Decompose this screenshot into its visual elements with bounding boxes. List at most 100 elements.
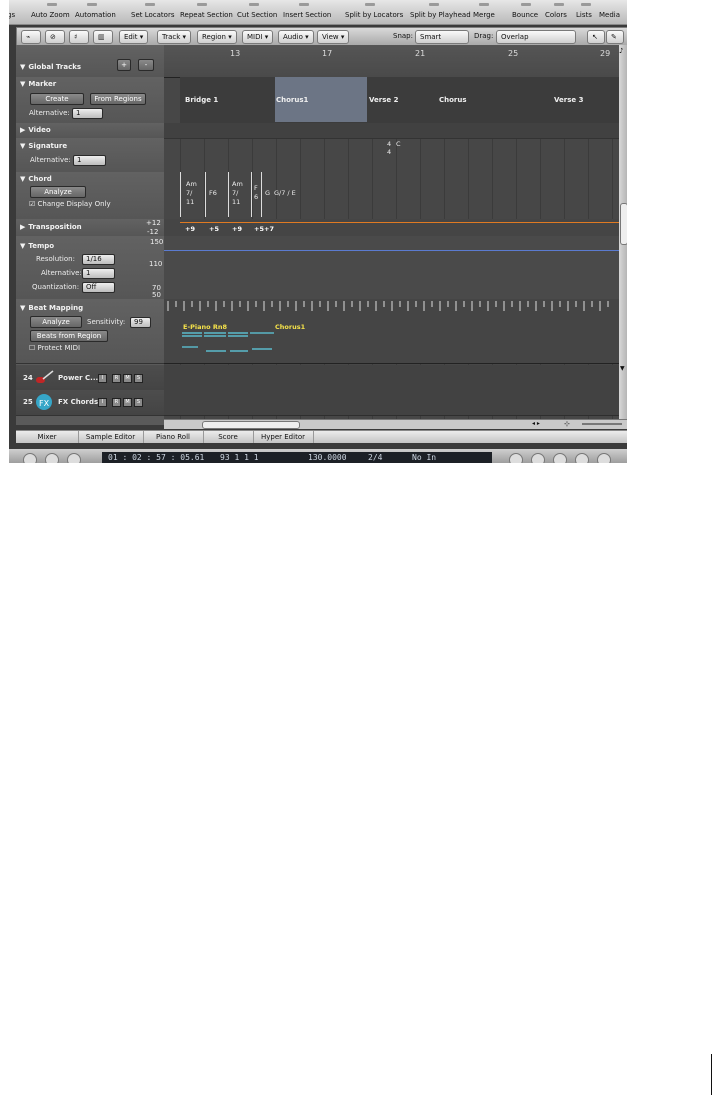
media-button[interactable]: Media bbox=[599, 11, 620, 19]
transposition-value[interactable]: +5 bbox=[209, 225, 219, 233]
signature-alternative-select[interactable]: 1 bbox=[73, 155, 106, 166]
marker-label[interactable]: Verse 2 bbox=[369, 96, 398, 104]
record-button[interactable]: R bbox=[112, 398, 121, 407]
resolution-select[interactable]: 1/16 bbox=[82, 254, 115, 265]
tab-piano-roll[interactable]: Piano Roll bbox=[143, 431, 204, 443]
zoom-icon[interactable]: ⊹ bbox=[564, 420, 570, 428]
edit-menu[interactable]: Edit ▾ bbox=[119, 30, 149, 44]
scroll-thumb[interactable] bbox=[620, 203, 627, 245]
chord-symbol[interactable]: F6 bbox=[209, 189, 217, 198]
chord-symbol[interactable]: G bbox=[265, 189, 270, 198]
create-marker-button[interactable]: Create bbox=[30, 93, 84, 105]
beat-mapping-lane[interactable]: E-Piano Rn8 Chorus1 bbox=[164, 299, 619, 364]
from-regions-button[interactable]: From Regions bbox=[90, 93, 146, 105]
region-label[interactable]: Chorus1 bbox=[275, 323, 305, 331]
disclosure-icon[interactable]: ▼ bbox=[20, 242, 25, 250]
flex-icon[interactable]: ♯ bbox=[69, 30, 89, 44]
forward-button[interactable] bbox=[45, 453, 59, 463]
horizontal-scrollbar[interactable]: ◂ ▸ ⊹ bbox=[164, 419, 627, 429]
arrange-area[interactable]: 13 17 21 25 29 Bridge 1 Chorus1 Verse 2 … bbox=[164, 45, 619, 425]
track-menu[interactable]: Track ▾ bbox=[157, 30, 192, 44]
marker-label[interactable]: Verse 3 bbox=[554, 96, 583, 104]
record-button[interactable]: I bbox=[98, 374, 107, 383]
bounce-button[interactable]: Bounce bbox=[512, 11, 538, 19]
marker-label[interactable]: Bridge 1 bbox=[185, 96, 218, 104]
transposition-value[interactable]: +5 bbox=[254, 225, 264, 233]
chord-symbol[interactable]: G/7 / E bbox=[274, 189, 296, 198]
vertical-scrollbar[interactable]: ♪ ▼ bbox=[619, 45, 627, 425]
scroll-left-right-icon[interactable]: ◂ ▸ bbox=[532, 420, 540, 427]
stop-button[interactable] bbox=[67, 453, 81, 463]
protect-midi-checkbox[interactable]: ☐ bbox=[29, 344, 35, 352]
tab-hyper-editor[interactable]: Hyper Editor bbox=[253, 431, 314, 443]
marker-label[interactable]: Chorus1 bbox=[276, 96, 308, 104]
transposition-value[interactable]: +7 bbox=[264, 225, 274, 233]
chord-symbol[interactable]: Am 7/11 bbox=[186, 180, 197, 207]
tab-mixer[interactable]: Mixer bbox=[16, 431, 79, 443]
mute-button[interactable]: M bbox=[123, 398, 132, 407]
track-header[interactable]: 25 FX FX Chords I R M S bbox=[16, 390, 164, 416]
toolbar-item[interactable]: gs bbox=[9, 11, 15, 19]
automation-button[interactable]: Automation bbox=[75, 11, 116, 19]
snap-select[interactable]: Smart bbox=[415, 30, 469, 44]
catch-icon[interactable]: ⊘ bbox=[45, 30, 65, 44]
drag-select[interactable]: Overlap bbox=[496, 30, 576, 44]
region-menu[interactable]: Region ▾ bbox=[197, 30, 237, 44]
track-lane[interactable] bbox=[164, 390, 619, 416]
lists-button[interactable]: Lists bbox=[576, 11, 592, 19]
marker-alternative-select[interactable]: 1 bbox=[72, 108, 103, 119]
split-by-playhead-button[interactable]: Split by Playhead bbox=[410, 11, 471, 19]
cut-section-button[interactable]: Cut Section bbox=[237, 11, 277, 19]
inspector-icon[interactable]: ▥ bbox=[93, 30, 113, 44]
link-icon[interactable]: ⌁ bbox=[21, 30, 41, 44]
tab-sample-editor[interactable]: Sample Editor bbox=[78, 431, 144, 443]
change-display-checkbox[interactable]: ☑ bbox=[29, 200, 35, 208]
set-locators-button[interactable]: Set Locators bbox=[131, 11, 174, 19]
time-signature[interactable]: 44 bbox=[387, 140, 391, 156]
rewind-button[interactable] bbox=[23, 453, 37, 463]
chord-symbol[interactable]: Am 7/11 bbox=[232, 180, 243, 207]
transposition-value[interactable]: +9 bbox=[185, 225, 195, 233]
midi-menu[interactable]: MIDI ▾ bbox=[242, 30, 274, 44]
tab-score[interactable]: Score bbox=[203, 431, 254, 443]
sensitivity-field[interactable]: 99 bbox=[130, 317, 151, 328]
track-header[interactable]: 24 Power C... I R M S bbox=[16, 365, 164, 391]
quantization-select[interactable]: Off bbox=[82, 282, 115, 293]
insert-section-button[interactable]: Insert Section bbox=[283, 11, 331, 19]
disclosure-icon[interactable]: ▶ bbox=[20, 126, 25, 134]
auto-zoom-button[interactable]: Auto Zoom bbox=[31, 11, 70, 19]
pointer-tool-icon[interactable]: ↖ bbox=[587, 30, 605, 44]
record-button[interactable]: R bbox=[112, 374, 121, 383]
disclosure-icon[interactable]: ▼ bbox=[20, 142, 25, 150]
key-signature[interactable]: C bbox=[396, 140, 401, 149]
view-menu[interactable]: View ▾ bbox=[317, 30, 350, 44]
replace-button[interactable] bbox=[575, 453, 589, 463]
split-by-locators-button[interactable]: Split by Locators bbox=[345, 11, 403, 19]
repeat-section-button[interactable]: Repeat Section bbox=[180, 11, 233, 19]
analyze-beat-button[interactable]: Analyze bbox=[30, 316, 82, 328]
disclosure-icon[interactable]: ▼ bbox=[20, 304, 25, 312]
disclosure-icon[interactable]: ▼ bbox=[20, 175, 25, 183]
pencil-tool-icon[interactable]: ✎ bbox=[606, 30, 624, 44]
record-button[interactable] bbox=[509, 453, 523, 463]
transposition-value[interactable]: +9 bbox=[232, 225, 242, 233]
solo-mode-button[interactable] bbox=[597, 453, 611, 463]
chord-symbol[interactable]: F6 bbox=[254, 184, 258, 202]
add-global-track-button[interactable]: + bbox=[117, 59, 131, 71]
h-scroll-thumb[interactable] bbox=[202, 421, 300, 429]
transport-display[interactable]: 01 : 02 : 57 : 05.61 93 1 1 1 130.0000 2… bbox=[102, 452, 492, 463]
beats-from-region-button[interactable]: Beats from Region bbox=[30, 330, 108, 342]
region-label[interactable]: E-Piano Rn8 bbox=[183, 323, 227, 331]
colors-button[interactable]: Colors bbox=[545, 11, 567, 19]
cycle-button[interactable] bbox=[553, 453, 567, 463]
record-button[interactable]: I bbox=[98, 398, 107, 407]
analyze-chord-button[interactable]: Analyze bbox=[30, 186, 86, 198]
tempo-lane[interactable] bbox=[164, 236, 619, 300]
merge-button[interactable]: Merge bbox=[473, 11, 495, 19]
solo-button[interactable]: S bbox=[134, 374, 143, 383]
disclosure-icon[interactable]: ▼ bbox=[20, 80, 25, 88]
audio-menu[interactable]: Audio ▾ bbox=[278, 30, 314, 44]
scroll-down-icon[interactable]: ▼ bbox=[620, 365, 625, 372]
marker-label[interactable]: Chorus bbox=[439, 96, 467, 104]
disclosure-icon[interactable]: ▶ bbox=[20, 223, 25, 231]
